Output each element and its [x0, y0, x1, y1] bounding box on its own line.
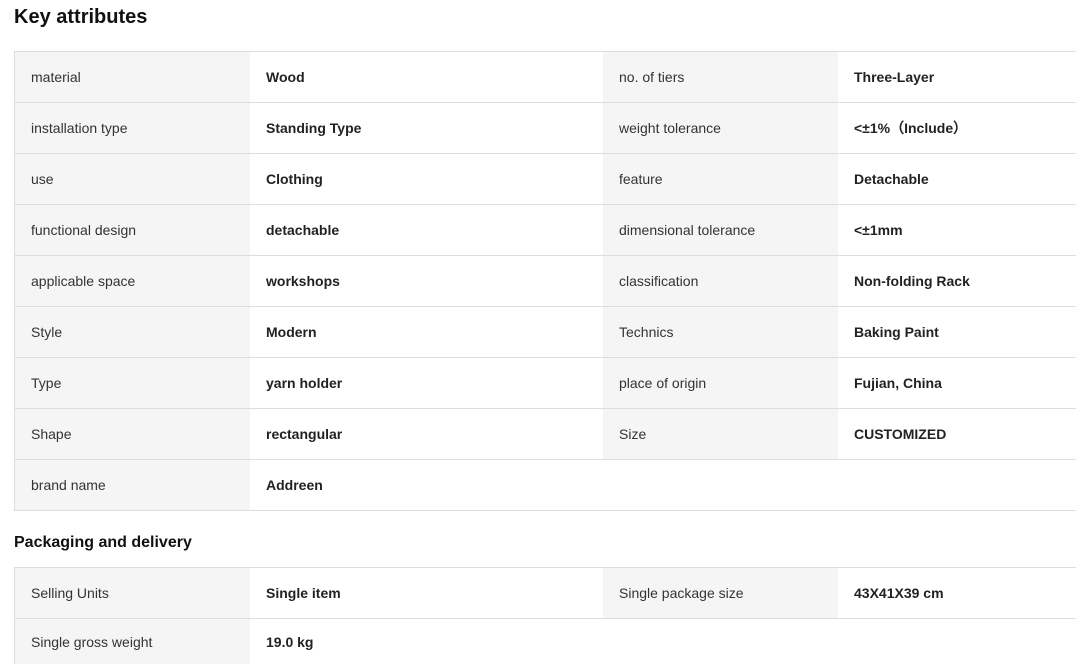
empty-cell [838, 619, 1076, 664]
attribute-label: feature [603, 154, 838, 204]
attribute-label: brand name [15, 460, 250, 510]
attribute-value: yarn holder [250, 358, 603, 408]
table-row: Type yarn holder place of origin Fujian,… [15, 358, 1076, 409]
attribute-value: rectangular [250, 409, 603, 459]
attribute-label: Size [603, 409, 838, 459]
attribute-value: CUSTOMIZED [838, 409, 1076, 459]
attribute-label: Single gross weight [15, 619, 250, 664]
table-row: Single gross weight 19.0 kg [15, 619, 1076, 664]
attribute-label: Style [15, 307, 250, 357]
table-row: functional design detachable dimensional… [15, 205, 1076, 256]
attribute-value: Standing Type [250, 103, 603, 153]
table-row: applicable space workshops classificatio… [15, 256, 1076, 307]
attribute-value: Non-folding Rack [838, 256, 1076, 306]
attribute-label: functional design [15, 205, 250, 255]
attribute-label: place of origin [603, 358, 838, 408]
table-row: material Wood no. of tiers Three-Layer [15, 52, 1076, 103]
attribute-label: applicable space [15, 256, 250, 306]
product-attributes-page: Key attributes material Wood no. of tier… [0, 0, 1076, 664]
key-attributes-heading: Key attributes [14, 6, 148, 28]
attribute-label: Type [15, 358, 250, 408]
attribute-label: weight tolerance [603, 103, 838, 153]
empty-cell [838, 460, 1076, 510]
attribute-label: installation type [15, 103, 250, 153]
attribute-label: Shape [15, 409, 250, 459]
packaging-heading: Packaging and delivery [14, 534, 192, 551]
table-row: Shape rectangular Size CUSTOMIZED [15, 409, 1076, 460]
attribute-value: Modern [250, 307, 603, 357]
attribute-value: workshops [250, 256, 603, 306]
key-attributes-table: material Wood no. of tiers Three-Layer i… [14, 51, 1076, 511]
packaging-table: Selling Units Single item Single package… [14, 567, 1076, 664]
attribute-label: Selling Units [15, 568, 250, 618]
empty-cell [603, 619, 838, 664]
attribute-value: Clothing [250, 154, 603, 204]
empty-cell [603, 460, 838, 510]
attribute-value: detachable [250, 205, 603, 255]
table-row: Selling Units Single item Single package… [15, 568, 1076, 619]
attribute-label: classification [603, 256, 838, 306]
table-row: Style Modern Technics Baking Paint [15, 307, 1076, 358]
attribute-label: use [15, 154, 250, 204]
attribute-label: no. of tiers [603, 52, 838, 102]
attribute-value: <±1mm [838, 205, 1076, 255]
attribute-label: Technics [603, 307, 838, 357]
table-row: use Clothing feature Detachable [15, 154, 1076, 205]
attribute-value: <±1%（Include） [838, 103, 1076, 153]
attribute-value: Detachable [838, 154, 1076, 204]
attribute-label: Single package size [603, 568, 838, 618]
table-row: installation type Standing Type weight t… [15, 103, 1076, 154]
attribute-value: Baking Paint [838, 307, 1076, 357]
attribute-value: 43X41X39 cm [838, 568, 1076, 618]
attribute-value: Single item [250, 568, 603, 618]
attribute-label: dimensional tolerance [603, 205, 838, 255]
attribute-value: Wood [250, 52, 603, 102]
attribute-value: Fujian, China [838, 358, 1076, 408]
attribute-value: Addreen [250, 460, 603, 510]
attribute-label: material [15, 52, 250, 102]
attribute-value: 19.0 kg [250, 619, 603, 664]
attribute-value: Three-Layer [838, 52, 1076, 102]
table-row: brand name Addreen [15, 460, 1076, 511]
